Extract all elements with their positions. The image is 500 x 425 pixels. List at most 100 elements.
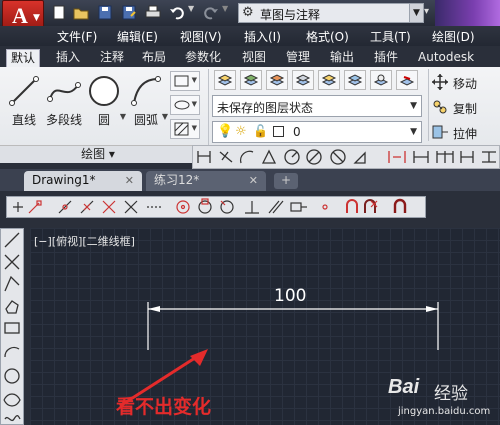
menu-bar: 文件(F) 编辑(E) 视图(V) 插入(I) 格式(O) 工具(T) 绘图(D… (0, 26, 500, 46)
layer-state-icon[interactable] (240, 70, 262, 90)
watermark: Bai 经验 jingyan.baidu.com (388, 376, 500, 422)
tab-plugins[interactable]: 插件 (370, 49, 402, 67)
layer-unisolate-icon[interactable] (344, 70, 366, 90)
dimension-value: 100 (274, 286, 307, 306)
tab-autodesk360[interactable]: Autodesk 360 (414, 49, 500, 81)
ribbon-tab-bar: 默认 插入 注释 布局 参数化 视图 管理 输出 插件 Autodesk 360 (0, 46, 500, 81)
redo-icon[interactable] (202, 4, 220, 21)
lightbulb-icon: 💡 (217, 124, 234, 139)
document-tab-drawing1[interactable]: Drawing1* ✕ (24, 171, 142, 191)
move-label: 移动 (453, 77, 478, 91)
document-tab-label: Drawing1* (32, 173, 96, 187)
new-tab-button[interactable]: + (274, 173, 298, 189)
line-tool-label: 直线 (11, 113, 36, 127)
object-snap-toolbar-area (0, 191, 500, 223)
tab-annotate[interactable]: 注释 (96, 49, 128, 67)
title-bar: A ▼ ▼ ▼ ⚙ 草图与注释 ▼ ▾ (0, 0, 500, 30)
menu-draw[interactable]: 绘图(D) (432, 28, 475, 45)
close-icon[interactable]: ✕ (249, 171, 258, 190)
ellipse-tool-button[interactable]: ▼ (170, 95, 200, 115)
layer-match-icon[interactable] (266, 70, 288, 90)
redo-dropdown-icon[interactable]: ▼ (222, 4, 232, 21)
layer-state-value: 未保存的图层状态 (217, 101, 314, 115)
polyline-icon (47, 82, 81, 102)
undo-icon[interactable] (168, 4, 186, 21)
line-icon (9, 76, 39, 106)
menu-view[interactable]: 视图(V) (180, 28, 222, 45)
menu-format[interactable]: 格式(O) (306, 28, 349, 45)
watermark-logo: Bai (388, 376, 420, 398)
chevron-down-icon: ▼ (410, 127, 417, 137)
draw-toolbar-vertical (0, 228, 24, 425)
tab-parametric[interactable]: 参数化 (181, 49, 225, 67)
hatch-tool-button[interactable]: ▼ (170, 119, 200, 139)
dimension-tools (197, 149, 496, 165)
layer-color-swatch (273, 126, 284, 137)
stretch-label: 拉伸 (453, 127, 478, 141)
layer-isolate-icon[interactable] (318, 70, 340, 90)
tab-output[interactable]: 输出 (326, 49, 358, 67)
copy-label: 复制 (453, 102, 478, 116)
save-as-icon[interactable] (120, 4, 138, 21)
title-banner (435, 0, 500, 26)
chevron-down-icon: ▼ (410, 101, 417, 111)
line-tool-button[interactable]: 直线 (2, 69, 46, 131)
workspace-label: 草图与注释 (260, 8, 321, 22)
quick-access-more-icon[interactable]: ▾ (424, 6, 434, 20)
layer-previous-icon[interactable] (292, 70, 314, 90)
unlock-icon: 🔓 (253, 124, 268, 138)
polyline-tool-label: 多段线 (45, 113, 82, 127)
arc-tool-button[interactable]: 圆弧 ▼ (124, 69, 168, 131)
menu-tools[interactable]: 工具(T) (370, 28, 411, 45)
menu-file[interactable]: 文件(F) (57, 28, 97, 45)
document-tab-exercise12[interactable]: 练习12* ✕ (146, 171, 266, 191)
stretch-button[interactable]: 拉伸 (431, 123, 499, 141)
drawing-canvas[interactable]: [−][俯视][二维线框] 100 看不出变化 Bai 经验 jingyan.b… (30, 228, 500, 425)
polyline-tool-button[interactable]: 多段线 (42, 69, 86, 131)
workspace-dropdown-arrow[interactable]: ▼ (410, 3, 424, 23)
tab-manage[interactable]: 管理 (282, 49, 314, 67)
layer-select[interactable]: 💡 ☼ 🔓 0 ▼ (212, 121, 422, 143)
workspace-select[interactable]: ⚙ 草图与注释 (238, 3, 410, 23)
rectangle-tool-button[interactable]: ▼ (170, 71, 200, 91)
menu-edit[interactable]: 编辑(E) (117, 28, 158, 45)
copy-icon (433, 100, 447, 114)
object-snap-toolbar (6, 196, 426, 218)
dimension-toolbar (192, 145, 500, 169)
open-folder-icon[interactable] (72, 4, 90, 21)
draw-panel-label[interactable]: 绘图 ▾ (0, 145, 196, 163)
layer-properties-icon[interactable] (214, 70, 236, 90)
draw-toolbar-icons[interactable] (1, 229, 23, 424)
layer-freeze-icon[interactable] (370, 70, 392, 90)
layer-current-value: 0 (293, 125, 301, 139)
save-icon[interactable] (96, 4, 114, 21)
layer-state-select[interactable]: 未保存的图层状态 ▼ (212, 95, 422, 117)
sun-icon: ☼ (235, 124, 247, 139)
object-snap-icons[interactable] (7, 197, 427, 217)
move-icon (432, 74, 448, 90)
circle-tool-button[interactable]: 圆 ▼ (82, 69, 126, 131)
move-button[interactable]: 移动 (431, 73, 499, 91)
tab-insert[interactable]: 插入 (52, 49, 84, 67)
menu-insert[interactable]: 插入(I) (244, 28, 281, 45)
print-icon[interactable] (144, 4, 162, 21)
tab-layout[interactable]: 布局 (138, 49, 170, 67)
stretch-icon (432, 125, 448, 139)
watermark-url: jingyan.baidu.com (398, 406, 491, 417)
gear-icon: ⚙ (242, 5, 254, 20)
tab-default[interactable]: 默认 (6, 49, 41, 67)
document-tab-bar: Drawing1* ✕ 练习12* ✕ + (0, 169, 500, 191)
document-tab-label: 练习12* (154, 173, 200, 187)
chevron-down-icon: ▼ (161, 112, 168, 121)
undo-dropdown-icon[interactable]: ▼ (188, 4, 198, 21)
tab-view[interactable]: 视图 (238, 49, 270, 67)
new-file-icon[interactable] (50, 4, 68, 21)
chevron-down-icon: ▼ (33, 13, 40, 23)
annotation-note: 看不出变化 (116, 396, 212, 418)
panel-divider (428, 69, 429, 141)
close-icon[interactable]: ✕ (125, 171, 134, 190)
copy-button[interactable]: 复制 (431, 98, 499, 116)
layer-off-icon[interactable] (396, 70, 418, 90)
arc-icon (131, 76, 161, 106)
watermark-text: 经验 (434, 384, 468, 404)
